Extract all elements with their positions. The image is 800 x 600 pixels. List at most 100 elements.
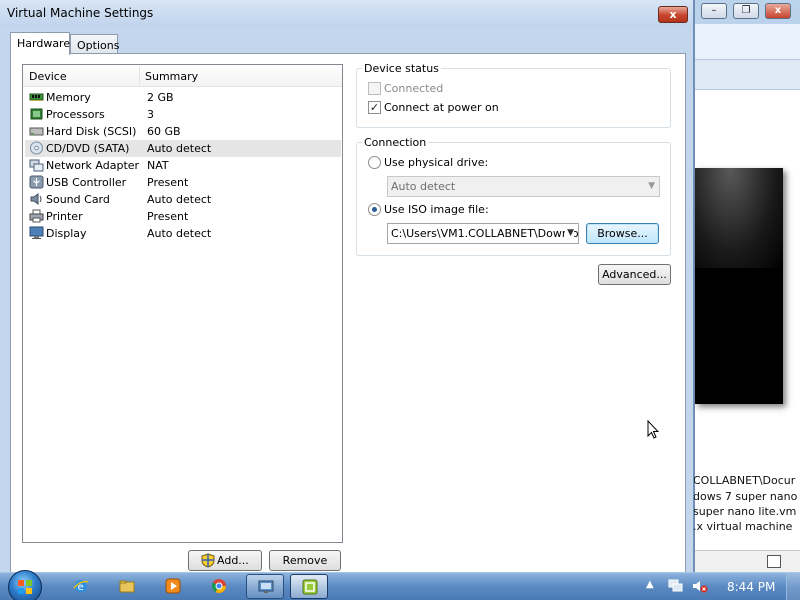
minimize-icon[interactable]: –: [701, 3, 727, 19]
taskbar-app-media-player[interactable]: [154, 574, 192, 599]
chevron-down-icon[interactable]: ▼: [565, 224, 574, 243]
device-row-processors[interactable]: Processors 3: [25, 106, 341, 123]
device-summary: Present: [147, 176, 189, 189]
device-row-hard-disk[interactable]: Hard Disk (SCSI) 60 GB: [25, 123, 341, 140]
memory-icon: [29, 93, 44, 101]
background-tabbar: [695, 60, 800, 90]
hard-disk-icon: [29, 127, 44, 136]
device-summary: Auto detect: [147, 142, 212, 155]
add-button-label: Add...: [217, 554, 249, 567]
column-header-summary[interactable]: Summary: [145, 70, 198, 83]
use-physical-drive-label: Use physical drive:: [384, 156, 489, 169]
browse-button[interactable]: Browse...: [586, 223, 659, 244]
device-name: Processors: [46, 108, 105, 121]
vm-path-text: COLLABNET\Docur: [693, 474, 796, 487]
column-separator[interactable]: [139, 67, 140, 85]
network-adapter-icon: [29, 159, 44, 172]
taskbar-app-remote-desktop[interactable]: [246, 574, 284, 599]
sound-card-icon: [30, 193, 42, 205]
display-icon: [29, 226, 44, 239]
remote-desktop-icon: [258, 580, 274, 593]
start-button[interactable]: [8, 570, 42, 600]
physical-drive-value: Auto detect: [391, 180, 456, 193]
processor-icon: [30, 108, 43, 120]
device-name: Hard Disk (SCSI): [46, 125, 137, 138]
iso-path-combobox[interactable]: C:\Users\VM1.COLLABNET\Downlo ▼: [387, 223, 579, 244]
taskbar-app-internet-explorer[interactable]: e: [62, 574, 100, 599]
vmware-icon: [302, 579, 318, 595]
vm-os-text: dows 7 super nano: [693, 490, 798, 503]
advanced-button[interactable]: Advanced...: [598, 264, 671, 285]
device-list[interactable]: Device Summary Memory 2 GB Processors 3 …: [22, 64, 343, 543]
show-hidden-icons-icon[interactable]: ▲: [646, 579, 654, 590]
device-row-display[interactable]: Display Auto detect: [25, 225, 341, 242]
use-iso-image-label: Use ISO image file:: [384, 203, 489, 216]
printer-icon: [29, 209, 44, 223]
physical-drive-select[interactable]: Auto detect ▼: [387, 176, 660, 197]
media-player-icon: [165, 578, 181, 594]
system-tray: ▲: [640, 573, 800, 600]
connect-at-power-on-checkbox[interactable]: ✓: [368, 101, 381, 114]
device-summary: 60 GB: [147, 125, 181, 138]
background-toolbar: [695, 24, 800, 60]
use-iso-image-radio[interactable]: [368, 203, 381, 216]
device-name: Memory: [46, 91, 91, 104]
device-summary: Present: [147, 210, 189, 223]
dialog-titlebar[interactable]: Virtual Machine Settings x: [0, 0, 693, 28]
usb-icon: [29, 175, 44, 189]
device-row-memory[interactable]: Memory 2 GB: [25, 89, 341, 106]
tab-hardware[interactable]: Hardware: [10, 32, 70, 55]
file-explorer-icon: [119, 580, 135, 593]
volume-muted-icon[interactable]: [692, 579, 708, 593]
chevron-down-icon: ▼: [648, 181, 655, 191]
note-icon[interactable]: [767, 555, 781, 568]
add-button[interactable]: Add...: [188, 550, 262, 571]
connected-label: Connected: [384, 82, 444, 95]
iso-path-value: C:\Users\VM1.COLLABNET\Downlo: [391, 227, 579, 240]
device-summary: Auto detect: [147, 227, 212, 240]
internet-explorer-icon: e: [73, 580, 89, 593]
device-list-header: Device Summary: [23, 65, 342, 87]
device-name: Network Adapter: [46, 159, 140, 172]
dialog-title: Virtual Machine Settings: [7, 6, 154, 20]
background-window: – ❐ x COLLABNET\Docur dows 7 super nano …: [693, 0, 800, 572]
device-summary: NAT: [147, 159, 169, 172]
taskbar-app-vmware[interactable]: [290, 574, 328, 599]
use-physical-drive-radio[interactable]: [368, 156, 381, 169]
show-desktop-button[interactable]: [786, 573, 800, 600]
taskbar-clock[interactable]: 8:44 PM: [727, 580, 775, 594]
connect-at-power-on-label: Connect at power on: [384, 101, 499, 114]
background-statusbar: [695, 550, 800, 572]
chrome-icon: [211, 579, 226, 593]
remove-button[interactable]: Remove: [269, 550, 341, 571]
device-row-network-adapter[interactable]: Network Adapter NAT: [25, 157, 341, 174]
vm-screen-thumbnail[interactable]: [695, 168, 783, 404]
taskbar-app-file-explorer[interactable]: [108, 574, 146, 599]
column-header-device[interactable]: Device: [29, 70, 67, 83]
cd-dvd-icon: [30, 141, 43, 155]
device-name: Sound Card: [46, 193, 110, 206]
device-name: Display: [46, 227, 87, 240]
uac-shield-icon: [201, 553, 215, 568]
close-icon[interactable]: x: [765, 3, 791, 19]
device-name: CD/DVD (SATA): [46, 142, 130, 155]
device-name: USB Controller: [46, 176, 127, 189]
device-summary: 2 GB: [147, 91, 174, 104]
device-row-cd-dvd[interactable]: CD/DVD (SATA) Auto detect: [25, 140, 341, 157]
device-summary: Auto detect: [147, 193, 212, 206]
device-status-title: Device status: [362, 62, 441, 75]
device-name: Printer: [46, 210, 83, 223]
device-row-printer[interactable]: Printer Present: [25, 208, 341, 225]
tab-options[interactable]: Options: [70, 34, 119, 54]
connected-checkbox[interactable]: [368, 82, 381, 95]
dialog-close-button[interactable]: x: [658, 6, 688, 23]
restore-icon[interactable]: ❐: [733, 3, 759, 19]
device-row-sound-card[interactable]: Sound Card Auto detect: [25, 191, 341, 208]
network-status-icon[interactable]: [668, 579, 684, 593]
vm-config-text: super nano lite.vm: [693, 505, 797, 518]
connection-title: Connection: [362, 136, 429, 149]
device-row-usb-controller[interactable]: USB Controller Present: [25, 174, 341, 191]
device-summary: 3: [147, 108, 154, 121]
taskbar-app-chrome[interactable]: [200, 574, 238, 599]
mouse-cursor-icon: [647, 420, 659, 439]
